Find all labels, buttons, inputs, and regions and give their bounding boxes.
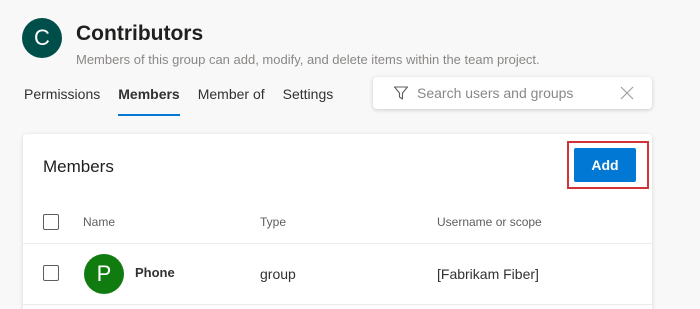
add-button[interactable]: Add bbox=[574, 148, 636, 182]
members-card-title: Members bbox=[43, 157, 114, 176]
tab-bar: Permissions Members Member of Settings bbox=[24, 86, 351, 118]
tab-settings[interactable]: Settings bbox=[283, 86, 334, 116]
member-type: group bbox=[260, 266, 296, 282]
search-box bbox=[373, 77, 652, 109]
select-all-checkbox[interactable] bbox=[43, 214, 59, 230]
header-divider bbox=[23, 243, 652, 244]
search-input[interactable] bbox=[417, 85, 617, 101]
group-avatar-letter: C bbox=[34, 25, 50, 50]
member-name[interactable]: Phone bbox=[135, 265, 175, 280]
avatar: P bbox=[84, 254, 124, 294]
member-scope: [Fabrikam Fiber] bbox=[437, 266, 539, 282]
group-avatar: C bbox=[22, 18, 62, 58]
filter-icon[interactable] bbox=[393, 85, 409, 101]
members-card: Members Add Name Type Username or scope … bbox=[23, 134, 652, 309]
column-header-name[interactable]: Name bbox=[83, 215, 115, 229]
column-header-type[interactable]: Type bbox=[260, 215, 286, 229]
tab-members[interactable]: Members bbox=[118, 86, 180, 116]
row-checkbox[interactable] bbox=[43, 265, 59, 281]
row-avatar-letter: P bbox=[96, 261, 112, 286]
tab-permissions[interactable]: Permissions bbox=[24, 86, 100, 116]
page-subtitle: Members of this group can add, modify, a… bbox=[76, 52, 540, 67]
tab-member-of[interactable]: Member of bbox=[198, 86, 265, 116]
row-divider bbox=[23, 304, 652, 305]
page-title: Contributors bbox=[76, 22, 204, 45]
page: C Contributors Members of this group can… bbox=[0, 0, 700, 309]
column-header-scope[interactable]: Username or scope bbox=[437, 215, 542, 229]
close-icon[interactable] bbox=[620, 86, 634, 100]
